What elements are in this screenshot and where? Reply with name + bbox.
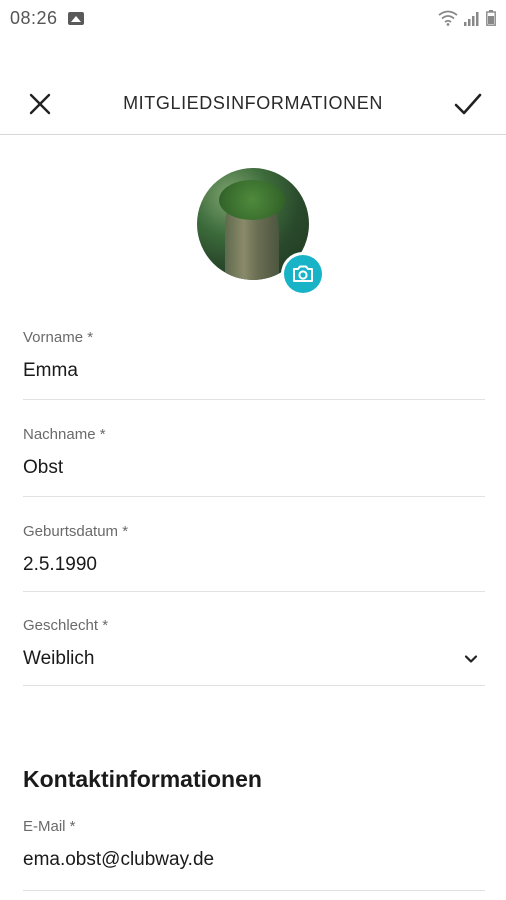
save-button[interactable] bbox=[448, 86, 488, 122]
gender-field[interactable]: Geschlecht * Weiblich bbox=[23, 617, 485, 686]
first-name-field[interactable]: Vorname * Emma bbox=[23, 329, 485, 400]
email-value[interactable]: ema.obst@clubway.de bbox=[23, 849, 485, 871]
camera-icon-badge bbox=[284, 255, 322, 293]
first-name-label: Vorname * bbox=[23, 329, 94, 346]
gallery-icon bbox=[67, 11, 84, 25]
status-bar: 08:26 bbox=[0, 0, 506, 36]
app-bar: MITGLIEDSINFORMATIONEN bbox=[0, 72, 506, 135]
birthdate-value[interactable]: 2.5.1990 bbox=[23, 554, 485, 576]
signal-icon bbox=[464, 12, 479, 26]
last-name-label: Nachname * bbox=[23, 426, 106, 443]
contact-section-heading: Kontaktinformationen bbox=[23, 766, 262, 792]
camera-icon bbox=[293, 265, 313, 282]
chevron-down-icon[interactable] bbox=[461, 649, 481, 669]
first-name-value[interactable]: Emma bbox=[23, 360, 485, 382]
battery-icon bbox=[486, 10, 496, 26]
wifi-icon bbox=[438, 10, 458, 26]
last-name-value[interactable]: Obst bbox=[23, 457, 485, 479]
change-photo-button[interactable] bbox=[281, 252, 325, 296]
last-name-field[interactable]: Nachname * Obst bbox=[23, 426, 485, 497]
checkmark-icon bbox=[454, 93, 482, 115]
gender-label: Geschlecht * bbox=[23, 617, 109, 634]
email-field[interactable]: E-Mail * ema.obst@clubway.de bbox=[23, 818, 485, 891]
email-label: E-Mail * bbox=[23, 818, 76, 835]
status-time: 08:26 bbox=[10, 7, 58, 28]
gender-value[interactable]: Weiblich bbox=[23, 648, 94, 670]
page-title: MITGLIEDSINFORMATIONEN bbox=[123, 93, 383, 113]
avatar-container bbox=[197, 168, 327, 298]
avatar-foliage-shape bbox=[219, 180, 285, 220]
birthdate-label: Geburtsdatum * bbox=[23, 523, 129, 540]
birthdate-field[interactable]: Geburtsdatum * 2.5.1990 bbox=[23, 523, 485, 592]
